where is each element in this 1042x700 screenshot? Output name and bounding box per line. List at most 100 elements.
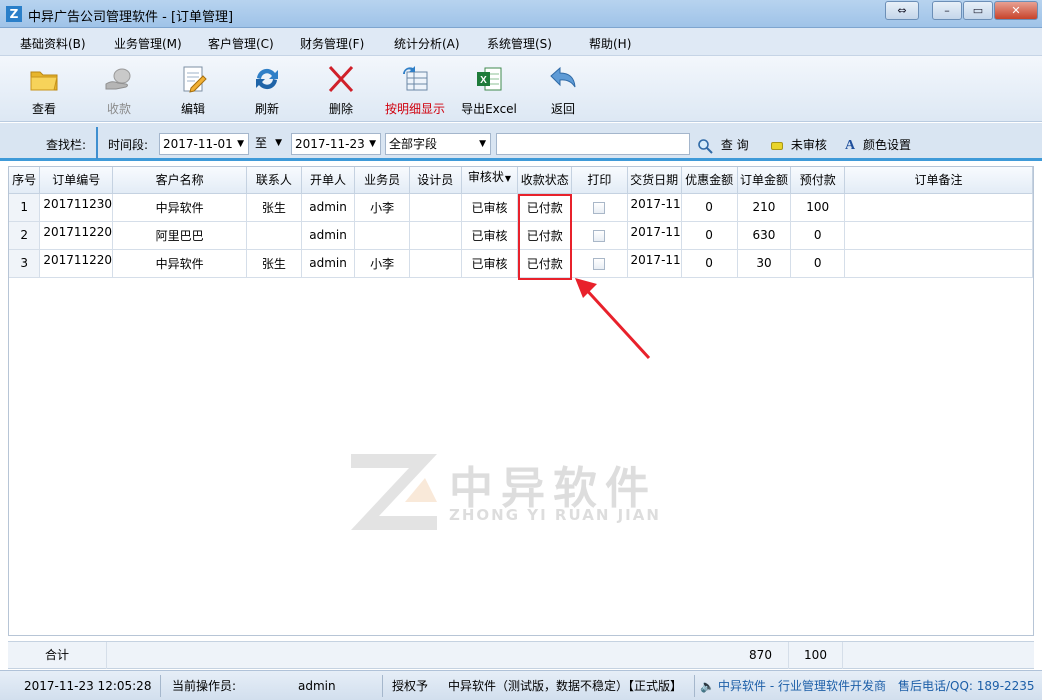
field-select[interactable]: 全部字段 ▼ <box>385 133 491 155</box>
menu-bar: 基础资料(B) 业务管理(M) 客户管理(C) 财务管理(F) 统计分析(A) … <box>0 28 1042 56</box>
menu-customer[interactable]: 客户管理(C) <box>208 35 274 52</box>
search-bar-separator <box>96 127 98 159</box>
date-to-picker[interactable]: 2017-11-23 ▼ <box>291 133 381 155</box>
remark-cell <box>844 193 1033 222</box>
audit-status-cell: 已审核 <box>461 193 519 222</box>
back-arrow-icon <box>550 66 576 88</box>
contact-cell: 张生 <box>246 249 302 278</box>
audit-status-cell: 已审核 <box>461 221 519 250</box>
column-header[interactable]: 优惠金额 <box>681 167 738 194</box>
amount-cell: 30 <box>737 249 792 278</box>
column-header[interactable]: 订单备注 <box>844 167 1033 194</box>
column-header[interactable]: 订单金额 <box>737 167 792 194</box>
status-vendor[interactable]: 中异软件 - 行业管理软件开发商 <box>718 676 886 696</box>
column-header[interactable]: 打印 <box>571 167 628 194</box>
creator-cell: admin <box>301 249 356 278</box>
title-bar: Z 中异广告公司管理软件 - [订单管理] ⇔ – ▭ ✕ <box>0 0 1042 28</box>
column-header[interactable]: 预付款 <box>790 167 846 194</box>
status-bar: 2017-11-23 12:05:28 当前操作员: admin 授权予 中异软… <box>0 670 1042 700</box>
column-header[interactable]: 收款状态 <box>517 167 573 194</box>
menu-basic-data[interactable]: 基础资料(B) <box>20 35 86 52</box>
order-number-cell: 201711230 <box>39 193 114 222</box>
money-hand-icon <box>105 68 131 90</box>
restore-icon[interactable]: ⇔ <box>885 1 919 20</box>
maximize-icon[interactable]: ▭ <box>963 1 993 20</box>
column-header[interactable]: 客户名称 <box>112 167 248 194</box>
column-header[interactable]: 联系人 <box>246 167 302 194</box>
refresh-icon <box>256 68 278 90</box>
dropdown-arrow-icon: ▼ <box>237 139 244 149</box>
print-checkbox[interactable] <box>593 257 606 270</box>
delete-button[interactable]: 删除 <box>308 64 374 118</box>
table-header-row: 序号 订单编号 客户名称 联系人 开单人 业务员 设计员 审核状▼ 收款状态 打… <box>9 167 1033 194</box>
delivery-date-cell: 2017-11 <box>627 193 682 222</box>
date-from-picker[interactable]: 2017-11-01 ▼ <box>159 133 249 155</box>
column-header[interactable]: 订单编号 <box>39 167 114 194</box>
order-number-cell: 201711220 <box>39 249 114 278</box>
payment-status-cell: 已付款 <box>517 221 573 250</box>
customer-cell: 阿里巴巴 <box>112 221 248 250</box>
audit-status-cell: 已审核 <box>461 249 519 278</box>
prepaid-cell: 100 <box>790 193 846 222</box>
export-excel-button[interactable]: X 导出Excel <box>456 64 522 118</box>
menu-business[interactable]: 业务管理(M) <box>114 35 182 52</box>
sales-cell: 小李 <box>354 193 410 222</box>
minimize-icon[interactable]: – <box>932 1 962 20</box>
view-button[interactable]: 查看 <box>11 64 77 118</box>
refresh-button[interactable]: 刷新 <box>234 64 300 118</box>
amount-cell: 210 <box>737 193 792 222</box>
row-number: 2 <box>9 221 41 250</box>
period-label: 时间段: <box>108 138 149 152</box>
detail-view-button[interactable]: 按明细显示 <box>382 64 448 118</box>
customer-cell: 中异软件 <box>112 193 248 222</box>
summary-row: 合计 870 100 <box>8 641 1034 669</box>
table-row[interactable]: 1 201711230 中异软件 张生 admin 小李 已审核 已付款 201… <box>9 193 1033 222</box>
app-logo-icon: Z <box>6 6 22 22</box>
edit-document-icon <box>183 66 207 93</box>
status-support[interactable]: 售后电话/QQ: 189-2235 <box>898 676 1038 696</box>
window-title: 中异广告公司管理软件 - [订单管理] <box>28 10 234 25</box>
table-row[interactable]: 3 201711220 中异软件 张生 admin 小李 已审核 已付款 201… <box>9 249 1033 278</box>
orders-grid: 序号 订单编号 客户名称 联系人 开单人 业务员 设计员 审核状▼ 收款状态 打… <box>8 166 1034 636</box>
payment-status-cell: 已付款 <box>517 193 573 222</box>
collect-button[interactable]: 收款 <box>86 64 152 118</box>
column-header[interactable]: 开单人 <box>301 167 356 194</box>
row-number: 1 <box>9 193 41 222</box>
toolbar: 查看 收款 编辑 刷新 删除 按明细显示 X 导出Excel 返回 <box>0 56 1042 122</box>
search-input[interactable] <box>496 133 690 155</box>
menu-finance[interactable]: 财务管理(F) <box>300 35 364 52</box>
column-header[interactable]: 交货日期 <box>627 167 682 194</box>
amount-cell: 630 <box>737 221 792 250</box>
unaudited-button[interactable]: 未审核 <box>771 136 827 153</box>
menu-system[interactable]: 系统管理(S) <box>487 35 552 52</box>
speaker-icon: 🔈 <box>700 679 715 693</box>
summary-amount-total: 870 <box>733 642 789 669</box>
audit-column-header[interactable]: 审核状▼ <box>461 167 519 194</box>
summary-label: 合计 <box>8 642 107 669</box>
table-row[interactable]: 2 201711220 阿里巴巴 admin 已审核 已付款 2017-11 0… <box>9 221 1033 250</box>
prepaid-cell: 0 <box>790 221 846 250</box>
order-number-cell: 201711220 <box>39 221 114 250</box>
column-header[interactable]: 序号 <box>9 167 41 194</box>
status-operator: admin <box>298 679 336 693</box>
menu-help[interactable]: 帮助(H) <box>589 35 631 52</box>
search-bar: 查找栏: 时间段: 2017-11-01 ▼ 至 ▼ 2017-11-23 ▼ … <box>0 123 1042 161</box>
query-button[interactable]: 查 询 <box>697 136 749 154</box>
column-header[interactable]: 设计员 <box>409 167 462 194</box>
close-icon[interactable]: ✕ <box>994 1 1038 20</box>
designer-cell <box>409 221 462 250</box>
menu-statistics[interactable]: 统计分析(A) <box>394 35 460 52</box>
search-bar-label: 查找栏: <box>46 138 87 152</box>
sales-cell: 小李 <box>354 249 410 278</box>
contact-cell: 张生 <box>246 193 302 222</box>
column-header[interactable]: 业务员 <box>354 167 410 194</box>
back-button[interactable]: 返回 <box>530 64 596 118</box>
filter-icon[interactable]: ▼ <box>505 174 511 183</box>
detail-grid-icon <box>403 66 428 91</box>
print-checkbox[interactable] <box>593 229 606 242</box>
color-settings-button[interactable]: A 颜色设置 <box>845 136 911 154</box>
dropdown-arrow-icon: ▼ <box>479 139 486 149</box>
print-checkbox[interactable] <box>593 201 606 214</box>
orders-table: 序号 订单编号 客户名称 联系人 开单人 业务员 设计员 审核状▼ 收款状态 打… <box>9 167 1033 278</box>
edit-button[interactable]: 编辑 <box>160 64 226 118</box>
